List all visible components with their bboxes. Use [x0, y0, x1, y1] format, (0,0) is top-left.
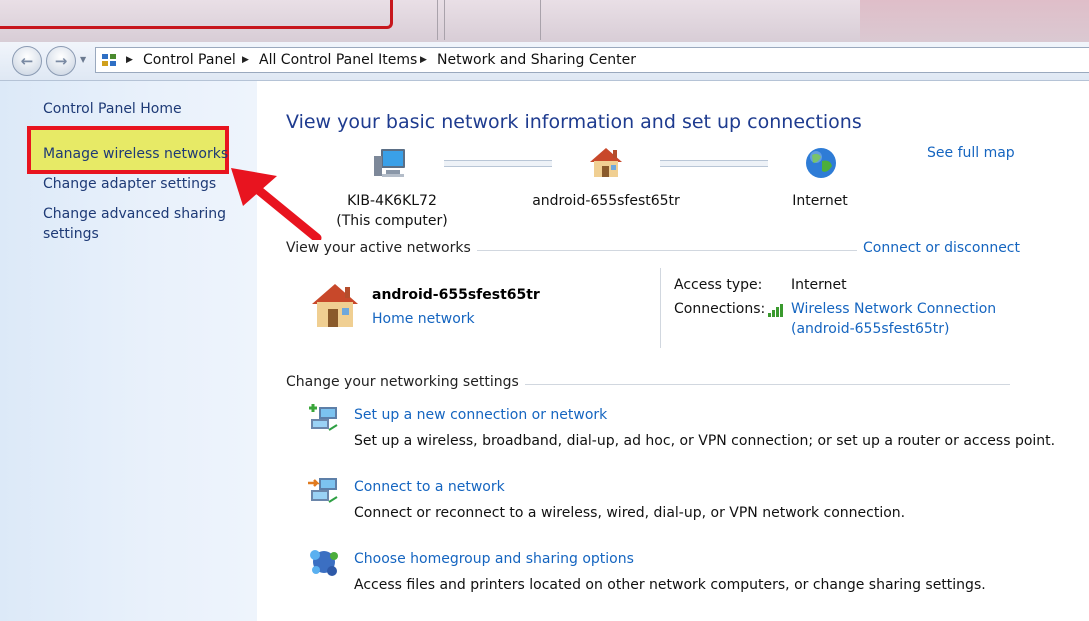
computer-name-label: KIB-4K6KL72 [347, 193, 437, 209]
active-network-name: android-655sfest65tr [372, 287, 540, 303]
forward-arrow-icon: → [54, 52, 68, 70]
homegroup-sharing-desc: Access files and printers located on oth… [354, 577, 986, 593]
networking-settings-heading: Change your networking settings [286, 374, 525, 390]
forward-button[interactable]: → [46, 46, 76, 76]
breadcrumb-separator-icon[interactable]: ▶ [126, 55, 133, 65]
computer-icon [374, 149, 405, 177]
wireless-connection-link-line2[interactable]: (android-655sfest65tr) [791, 321, 950, 337]
active-networks-heading: View your active networks [286, 240, 477, 256]
connect-to-network-link[interactable]: Connect to a network [354, 479, 505, 495]
back-button[interactable]: ← [12, 46, 42, 76]
annotation-arrow-icon [231, 168, 322, 243]
connect-or-disconnect-link[interactable]: Connect or disconnect [857, 240, 1020, 256]
home-network-icon [312, 284, 358, 327]
control-panel-home-link[interactable]: Control Panel Home [43, 101, 182, 117]
recent-pages-dropdown[interactable]: ▼ [80, 55, 89, 67]
change-advanced-sharing-link[interactable]: Change advanced sharing [43, 206, 226, 222]
connect-to-network-desc: Connect or reconnect to a wireless, wire… [354, 505, 906, 521]
chrome-divider [540, 0, 541, 40]
computer-note-label: (This computer) [336, 213, 448, 229]
chrome-divider [444, 0, 445, 40]
wireless-connection-link[interactable]: Wireless Network Connection [791, 301, 996, 317]
setup-new-connection-link[interactable]: Set up a new connection or network [354, 407, 607, 423]
setup-new-connection-desc: Set up a wireless, broadband, dial-up, a… [354, 433, 1056, 449]
connections-label: Connections: [674, 301, 766, 317]
vertical-divider [660, 268, 661, 348]
access-type-value: Internet [791, 277, 847, 293]
background-window-tint [860, 0, 1089, 42]
internet-label: Internet [792, 193, 848, 209]
homegroup-sharing-link[interactable]: Choose homegroup and sharing options [354, 551, 634, 567]
see-full-map-link[interactable]: See full map [927, 145, 1015, 161]
breadcrumb-all-items[interactable]: All Control Panel Items [259, 52, 417, 68]
breadcrumb-separator-icon[interactable]: ▶ [242, 55, 249, 65]
background-window-edge [0, 0, 393, 29]
connect-network-icon [308, 478, 338, 503]
home-network-link[interactable]: Home network [372, 311, 475, 327]
control-panel-icon [102, 54, 116, 66]
map-connector-line [660, 160, 768, 167]
network-name-label: android-655sfest65tr [532, 193, 680, 209]
page-title: View your basic network information and … [286, 111, 862, 133]
homegroup-icon [310, 550, 338, 576]
window-chrome [0, 0, 1089, 42]
breadcrumb-network-sharing-center[interactable]: Network and Sharing Center [437, 52, 636, 68]
manage-wireless-networks-link[interactable]: Manage wireless networks [43, 146, 228, 162]
address-field[interactable]: ▶ Control Panel ▶ All Control Panel Item… [95, 47, 1089, 73]
back-arrow-icon: ← [20, 52, 34, 70]
internet-globe-icon [806, 148, 836, 178]
new-connection-icon [309, 404, 338, 431]
chrome-divider [437, 0, 438, 40]
wireless-signal-icon [768, 304, 783, 317]
address-bar: ← → ▼ ▶ Control Panel ▶ All Control Pane… [0, 42, 1089, 81]
breadcrumb-separator-icon[interactable]: ▶ [420, 55, 427, 65]
change-advanced-sharing-link-line2[interactable]: settings [43, 226, 99, 242]
map-connector-line [444, 160, 552, 167]
access-type-label: Access type: [674, 277, 763, 293]
breadcrumb-control-panel[interactable]: Control Panel [143, 52, 236, 68]
home-network-icon [590, 148, 622, 177]
change-adapter-settings-link[interactable]: Change adapter settings [43, 176, 216, 192]
